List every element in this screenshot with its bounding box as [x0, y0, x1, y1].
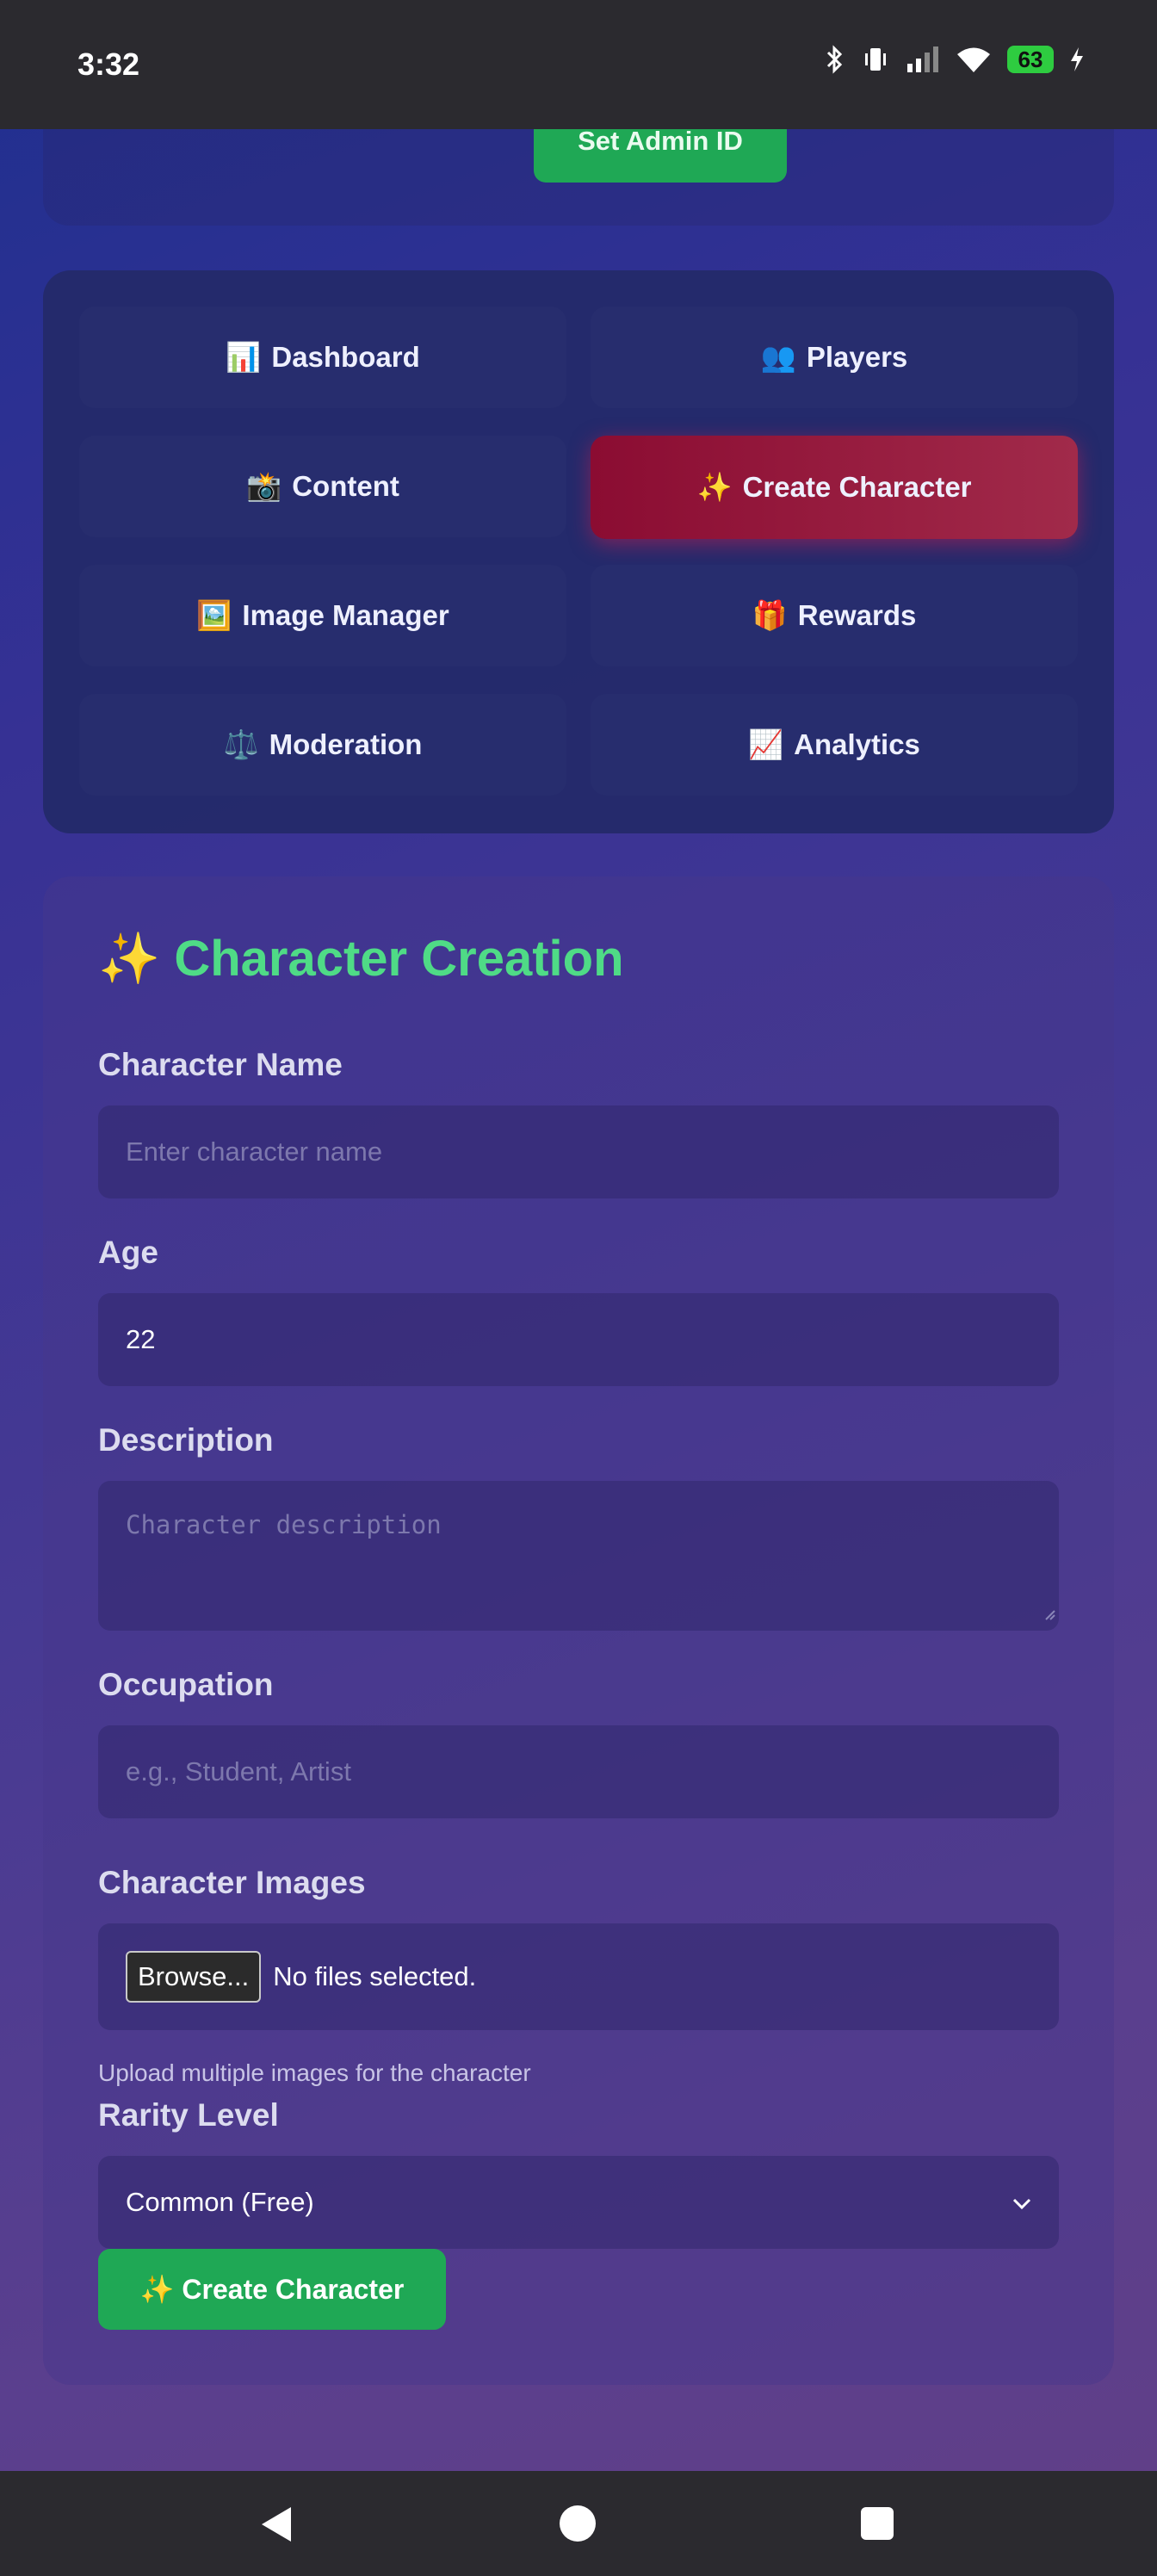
- nav-label: Rewards: [797, 599, 917, 631]
- recent-apps-icon[interactable]: [861, 2507, 894, 2540]
- nav-label: Create Character: [742, 471, 972, 503]
- back-icon[interactable]: [258, 2505, 296, 2548]
- charging-icon: [1069, 46, 1085, 72]
- nav-label: Analytics: [794, 728, 920, 760]
- nav-label: Moderation: [269, 728, 423, 760]
- picture-icon: 🖼️: [196, 598, 232, 631]
- camera-icon: 📸: [246, 469, 282, 502]
- rarity-selected: Common (Free): [126, 2187, 314, 2217]
- nav-analytics[interactable]: 📈 Analytics: [591, 694, 1078, 796]
- nav-content[interactable]: 📸 Content: [79, 436, 566, 537]
- rarity-select[interactable]: Common (Free): [98, 2156, 1059, 2249]
- nav-label: Dashboard: [271, 341, 420, 373]
- occupation-input[interactable]: e.g., Student, Artist: [98, 1725, 1059, 1818]
- resize-handle-icon[interactable]: [1042, 1596, 1055, 1627]
- age-input[interactable]: 22: [98, 1293, 1059, 1386]
- nav-label: Image Manager: [242, 599, 449, 631]
- age-value: 22: [126, 1324, 156, 1354]
- character-name-input[interactable]: Enter character name: [98, 1105, 1059, 1198]
- nav-label: Players: [806, 341, 908, 373]
- occupation-placeholder: e.g., Student, Artist: [126, 1756, 351, 1786]
- gift-icon: 🎁: [752, 598, 788, 631]
- scales-icon: ⚖️: [223, 728, 259, 760]
- rarity-label: Rarity Level: [98, 2097, 279, 2133]
- nav-players[interactable]: 👥 Players: [591, 307, 1078, 408]
- nav-rewards[interactable]: 🎁 Rewards: [591, 565, 1078, 666]
- character-name-placeholder: Enter character name: [126, 1136, 383, 1167]
- description-label: Description: [98, 1422, 274, 1458]
- upload-help-text: Upload multiple images for the character: [98, 2059, 531, 2086]
- nav-moderation[interactable]: ⚖️ Moderation: [79, 694, 566, 796]
- home-icon[interactable]: [560, 2505, 596, 2542]
- browse-button[interactable]: Browse...: [126, 1951, 262, 2003]
- sparkles-icon: ✨: [696, 470, 733, 503]
- status-bar: 3:32 63: [0, 0, 1157, 129]
- bluetooth-icon: [825, 45, 845, 74]
- nav-image-manager[interactable]: 🖼️ Image Manager: [79, 565, 566, 666]
- trend-chart-icon: 📈: [748, 728, 784, 760]
- chevron-down-icon: [1011, 2190, 1033, 2221]
- file-upload-field: Browse... No files selected.: [98, 1923, 1059, 2030]
- nav-dashboard[interactable]: 📊 Dashboard: [79, 307, 566, 408]
- form-title: ✨ Character Creation: [98, 931, 624, 987]
- wifi-icon: [956, 45, 992, 74]
- nav-create-character[interactable]: ✨ Create Character: [591, 436, 1078, 539]
- character-name-label: Character Name: [98, 1047, 343, 1082]
- file-status: No files selected.: [273, 1961, 477, 1991]
- vibrate-icon: [861, 45, 890, 74]
- occupation-label: Occupation: [98, 1667, 274, 1702]
- description-placeholder: Character description: [126, 1510, 442, 1539]
- system-nav-bar: [0, 2471, 1157, 2576]
- character-images-label: Character Images: [98, 1865, 366, 1900]
- nav-label: Content: [292, 470, 399, 502]
- age-label: Age: [98, 1235, 158, 1270]
- description-textarea[interactable]: Character description: [98, 1481, 1059, 1631]
- create-character-button[interactable]: ✨ Create Character: [98, 2249, 446, 2330]
- status-time: 3:32: [77, 46, 140, 82]
- signal-icon: [906, 45, 940, 74]
- status-icons: 63: [825, 45, 1085, 74]
- battery-icon: 63: [1007, 46, 1054, 73]
- users-icon: 👥: [760, 340, 796, 373]
- chart-icon: 📊: [226, 340, 262, 373]
